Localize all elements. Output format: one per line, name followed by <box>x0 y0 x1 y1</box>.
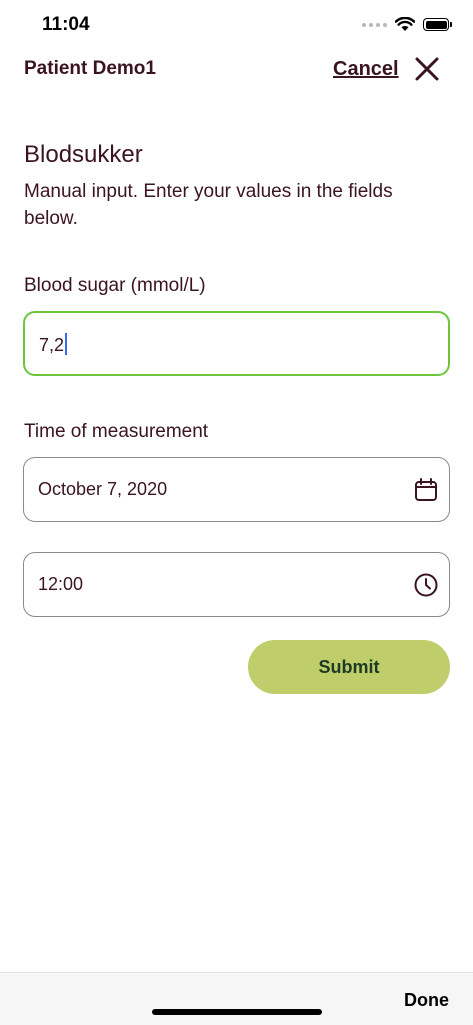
keyboard-toolbar: Done <box>0 972 473 1025</box>
page-subtitle: Manual input. Enter your values in the f… <box>24 181 393 229</box>
calendar-icon[interactable] <box>413 477 439 503</box>
wifi-icon <box>395 17 415 31</box>
date-value: October 7, 2020 <box>38 479 168 499</box>
cellular-signal-icon <box>362 22 387 27</box>
text-caret <box>65 333 68 355</box>
time-value: 12:00 <box>38 574 84 594</box>
close-icon[interactable] <box>414 56 440 82</box>
battery-icon <box>423 18 452 31</box>
status-icons <box>362 17 452 32</box>
patient-name: Patient Demo1 <box>24 58 156 79</box>
time-of-measurement-label: Time of measurement <box>24 421 209 442</box>
time-field[interactable]: 12:00 <box>23 552 450 617</box>
blood-sugar-input[interactable]: 7,2 <box>23 311 450 376</box>
clock-icon[interactable] <box>413 572 439 598</box>
blood-sugar-label: Blood sugar (mmol/L) <box>24 275 206 296</box>
cancel-button[interactable]: Cancel <box>333 58 399 81</box>
blood-sugar-value: 7,2 <box>39 333 68 356</box>
status-time: 11:04 <box>42 14 90 35</box>
submit-button[interactable]: Submit <box>248 640 450 694</box>
header: Patient Demo1 Cancel <box>0 52 473 88</box>
page-title: Blodsukker <box>24 141 143 168</box>
status-bar: 11:04 <box>0 0 473 50</box>
done-button[interactable]: Done <box>404 990 449 1011</box>
date-field[interactable]: October 7, 2020 <box>23 457 450 522</box>
home-indicator[interactable] <box>152 1009 322 1015</box>
